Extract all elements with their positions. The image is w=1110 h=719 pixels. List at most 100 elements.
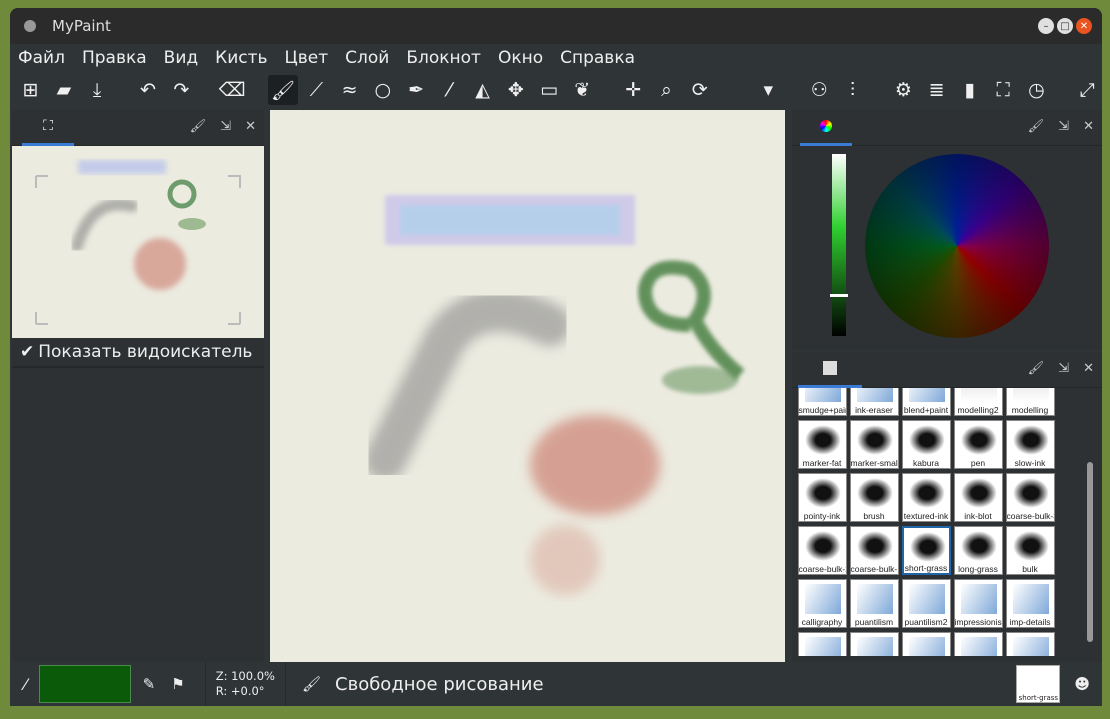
show-viewfinder-checkbox[interactable]: ✔ Показать видоискатель bbox=[12, 338, 264, 368]
expand-icon[interactable]: ⤢ bbox=[1073, 75, 1102, 105]
close-panel-icon[interactable]: ✕ bbox=[1083, 119, 1094, 134]
pan-view-icon[interactable]: ✛ bbox=[619, 75, 648, 105]
brush-group-tab[interactable] bbox=[798, 352, 862, 388]
settings-icon[interactable]: ⚙ bbox=[889, 75, 918, 105]
brush-item[interactable]: ink-blot bbox=[953, 473, 1003, 522]
brush-item[interactable] bbox=[849, 632, 899, 656]
detach-icon[interactable]: ⇲ bbox=[220, 119, 231, 134]
brush-settings-icon[interactable]: 🖌 bbox=[190, 119, 207, 134]
fill-icon[interactable]: ◭ bbox=[468, 75, 497, 105]
color-picker-icon[interactable]: ⁄ bbox=[435, 75, 464, 105]
menu-6[interactable]: Блокнот bbox=[406, 48, 481, 68]
color-mixer-icon[interactable]: ⚇ bbox=[805, 75, 834, 105]
color-picker-icon[interactable]: ⁄ bbox=[24, 675, 27, 694]
close-button[interactable]: ✕ bbox=[1076, 18, 1092, 34]
brush-item[interactable]: brush bbox=[849, 473, 899, 522]
detach-icon[interactable]: ⇲ bbox=[1058, 119, 1069, 134]
history-icon[interactable]: ◷ bbox=[1022, 75, 1051, 105]
brush-label: ink-blot bbox=[954, 511, 1002, 521]
brush-item[interactable]: marker-fat bbox=[797, 420, 847, 469]
bookmark-add-icon[interactable]: ⚑ bbox=[171, 675, 184, 693]
drawing-canvas[interactable] bbox=[270, 110, 785, 662]
open-file-icon[interactable]: ▰ bbox=[49, 75, 78, 105]
brush-thumbnail bbox=[856, 584, 893, 614]
current-brush-preview[interactable]: short-grass bbox=[1016, 665, 1061, 703]
brush-item[interactable]: textured-ink bbox=[901, 473, 951, 522]
menu-8[interactable]: Справка bbox=[560, 48, 635, 68]
redo-icon[interactable]: ↷ bbox=[167, 75, 196, 105]
zoom-readout: Z: 100.0% bbox=[215, 669, 275, 683]
maximize-button[interactable]: □ bbox=[1057, 18, 1073, 34]
ellipse-icon[interactable]: ○ bbox=[368, 75, 397, 105]
brush-item[interactable]: modelling bbox=[1005, 388, 1055, 416]
brush-item[interactable] bbox=[953, 632, 1003, 656]
menu-1[interactable]: Правка bbox=[82, 48, 147, 68]
rotate-view-icon[interactable]: ⟳ bbox=[685, 75, 714, 105]
frame-icon[interactable]: ▭ bbox=[534, 75, 563, 105]
brush-item[interactable]: modelling2 bbox=[953, 388, 1003, 416]
lines-icon[interactable]: ⟋ bbox=[302, 75, 331, 105]
brush-item[interactable]: coarse-bulk-1 bbox=[849, 526, 899, 575]
brush-item[interactable]: pen bbox=[953, 420, 1003, 469]
brush-item[interactable]: puantilism bbox=[849, 579, 899, 628]
brush-settings-icon[interactable]: 🖌 bbox=[1028, 119, 1045, 134]
preview-tab[interactable]: ⛶ bbox=[22, 110, 74, 146]
undo-icon[interactable]: ↶ bbox=[133, 75, 162, 105]
zoom-view-icon[interactable]: ⌕ bbox=[652, 75, 681, 105]
menu-3[interactable]: Кисть bbox=[215, 48, 267, 68]
fullscreen-icon[interactable]: ⛶ bbox=[989, 75, 1018, 105]
menu-4[interactable]: Цвет bbox=[285, 48, 329, 68]
freehand-brush-icon[interactable]: 🖌 bbox=[268, 75, 298, 105]
scratchpad-icon[interactable]: ▮ bbox=[955, 75, 984, 105]
connected-lines-icon[interactable]: ≈ bbox=[335, 75, 364, 105]
brush-item[interactable]: kabura bbox=[901, 420, 951, 469]
brush-item[interactable]: impressionism bbox=[953, 579, 1003, 628]
eraser-icon[interactable]: ⌫ bbox=[218, 75, 247, 105]
brush-item[interactable]: bulk bbox=[1005, 526, 1055, 575]
menu-2[interactable]: Вид bbox=[164, 48, 198, 68]
brush-item[interactable]: coarse-bulk-2 bbox=[797, 526, 847, 575]
brush-item[interactable]: calligraphy bbox=[797, 579, 847, 628]
brush-item[interactable]: long-grass bbox=[953, 526, 1003, 575]
brushes-icon[interactable]: ⫶ bbox=[838, 75, 867, 105]
color-wheel-tab[interactable] bbox=[800, 110, 852, 146]
brush-settings-icon[interactable]: 🖌 bbox=[1028, 361, 1045, 376]
brush-item[interactable] bbox=[797, 632, 847, 656]
color-wheel[interactable] bbox=[865, 154, 1049, 338]
close-panel-icon[interactable]: ✕ bbox=[245, 119, 256, 134]
brush-item[interactable] bbox=[1005, 632, 1055, 656]
brush-item[interactable]: ink-eraser bbox=[849, 388, 899, 416]
menu-0[interactable]: Файл bbox=[18, 48, 65, 68]
brush-item[interactable]: coarse-bulk-3 bbox=[1005, 473, 1055, 522]
close-panel-icon[interactable]: ✕ bbox=[1083, 361, 1094, 376]
brush-item[interactable] bbox=[901, 632, 951, 656]
layers-icon[interactable]: ≣ bbox=[922, 75, 951, 105]
brush-item[interactable]: imp-details bbox=[1005, 579, 1055, 628]
brush-item[interactable]: marker-small bbox=[849, 420, 899, 469]
brush-item[interactable]: short-grass bbox=[901, 526, 951, 575]
detach-icon[interactable]: ⇲ bbox=[1058, 361, 1069, 376]
save-icon[interactable]: ⤓ bbox=[83, 75, 112, 105]
brush-item[interactable]: pointy-ink bbox=[797, 473, 847, 522]
brush-info-icon[interactable]: ☻ bbox=[1074, 675, 1090, 693]
brush-label: ink-eraser bbox=[850, 405, 898, 415]
brush-item[interactable]: smudge+paint bbox=[797, 388, 847, 416]
brush-thumbnail bbox=[908, 584, 945, 614]
move-layer-icon[interactable]: ✥ bbox=[501, 75, 530, 105]
brush-item[interactable]: blend+paint bbox=[901, 388, 951, 416]
dropdown-arrow-icon[interactable]: ▾ bbox=[754, 75, 783, 105]
menu-5[interactable]: Слой bbox=[345, 48, 389, 68]
brush-scrollbar[interactable] bbox=[1087, 462, 1093, 642]
current-color-swatch[interactable] bbox=[38, 665, 131, 703]
edit-color-icon[interactable]: ✎ bbox=[143, 675, 156, 693]
ink-pen-icon[interactable]: ✒ bbox=[401, 75, 430, 105]
color-panel: 🖌 ⇲ ✕ bbox=[792, 110, 1102, 350]
brush-item[interactable]: slow-ink bbox=[1005, 420, 1055, 469]
brush-item[interactable]: puantilism2 bbox=[901, 579, 951, 628]
symmetry-icon[interactable]: ❦ bbox=[568, 75, 597, 105]
menu-7[interactable]: Окно bbox=[498, 48, 543, 68]
preview-viewport[interactable] bbox=[12, 146, 264, 338]
value-slider[interactable] bbox=[830, 154, 848, 336]
minimize-button[interactable]: – bbox=[1038, 18, 1054, 34]
new-file-icon[interactable]: ⊞ bbox=[16, 75, 45, 105]
